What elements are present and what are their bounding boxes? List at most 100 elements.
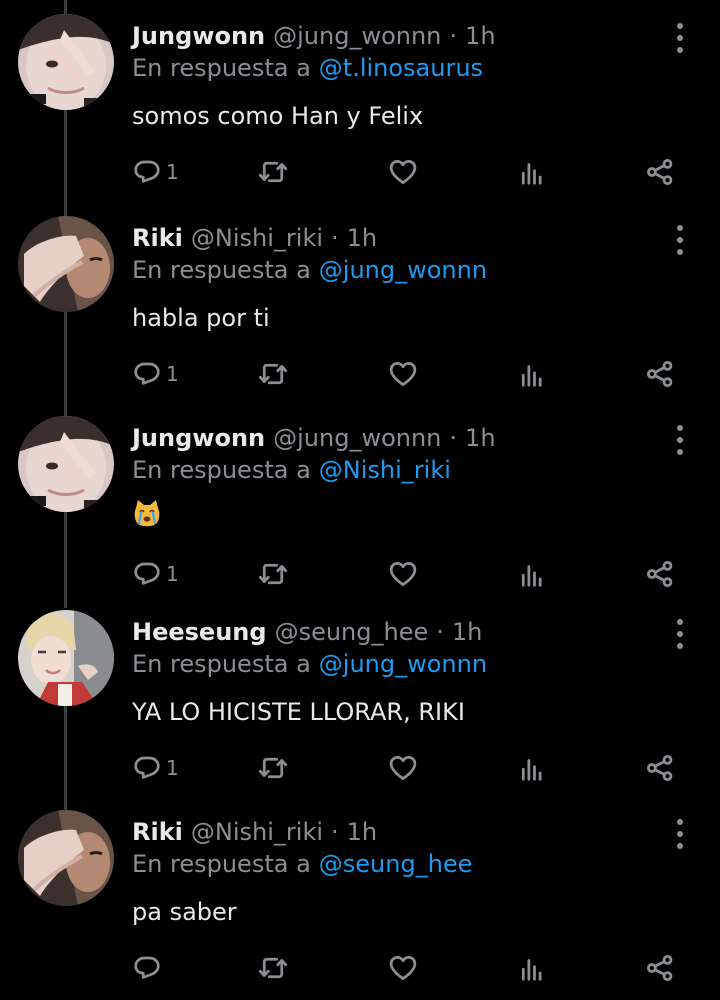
share-button[interactable]	[645, 554, 675, 594]
timestamp[interactable]: 1h	[347, 222, 377, 254]
views-button[interactable]	[517, 152, 547, 192]
views-button[interactable]	[517, 948, 547, 988]
tweet-header: Riki @Nishi_riki · 1h	[132, 816, 377, 848]
retweet-icon	[258, 753, 288, 783]
display-name[interactable]: Heeseung	[132, 616, 267, 648]
retweet-button[interactable]	[258, 554, 288, 594]
action-bar: 1	[0, 748, 720, 788]
avatar[interactable]	[18, 810, 114, 906]
share-button[interactable]	[645, 948, 675, 988]
more-options-icon[interactable]	[670, 422, 690, 458]
avatar[interactable]	[18, 416, 114, 512]
tweet[interactable]: Heeseung @seung_hee · 1h En respuesta a @…	[0, 596, 720, 796]
display-name[interactable]: Riki	[132, 222, 183, 254]
avatar-photo-icon	[18, 810, 114, 906]
views-button[interactable]	[517, 748, 547, 788]
tweet-header: Heeseung @seung_hee · 1h	[132, 616, 482, 648]
tweet-text: habla por ti	[132, 304, 270, 332]
separator-dot: ·	[449, 22, 458, 50]
reply-context: En respuesta a @jung_wonnn	[132, 254, 487, 286]
reply-mention-link[interactable]: @Nishi_riki	[319, 456, 451, 484]
tweet[interactable]: Riki @Nishi_riki · 1h En respuesta a @seu…	[0, 796, 720, 996]
like-button[interactable]	[388, 354, 418, 394]
like-button[interactable]	[388, 554, 418, 594]
separator-dot: ·	[331, 818, 339, 846]
tweet[interactable]: Riki @Nishi_riki · 1h En respuesta a @jun…	[0, 202, 720, 402]
more-options-icon[interactable]	[670, 616, 690, 652]
retweet-button[interactable]	[258, 152, 288, 192]
timestamp[interactable]: 1h	[452, 616, 482, 648]
avatar-photo-icon	[18, 14, 114, 110]
reply-mention-link[interactable]: @jung_wonnn	[319, 256, 487, 284]
bar-chart-icon	[517, 953, 547, 983]
views-button[interactable]	[517, 354, 547, 394]
retweet-button[interactable]	[258, 354, 288, 394]
display-name[interactable]: Jungwonn	[132, 422, 265, 454]
avatar-photo-icon	[18, 416, 114, 512]
action-bar	[0, 948, 720, 988]
share-icon	[645, 359, 675, 389]
reply-mention-link[interactable]: @seung_hee	[319, 850, 473, 878]
reply-mention-link[interactable]: @t.linosaurus	[319, 54, 483, 82]
timestamp[interactable]: 1h	[465, 422, 495, 454]
avatar[interactable]	[18, 216, 114, 312]
reply-mention-link[interactable]: @jung_wonnn	[319, 650, 487, 678]
retweet-icon	[258, 157, 288, 187]
reply-button[interactable]: 1	[132, 748, 179, 788]
tweet-header: Jungwonn @jung_wonnn · 1h	[132, 422, 496, 454]
conversation-thread: Jungwonn @jung_wonnn · 1h En respuesta a…	[0, 0, 720, 1000]
retweet-button[interactable]	[258, 948, 288, 988]
user-handle[interactable]: @Nishi_riki	[191, 222, 323, 254]
user-handle[interactable]: @Nishi_riki	[191, 816, 323, 848]
reply-button[interactable]	[132, 948, 166, 988]
reply-button[interactable]: 1	[132, 354, 179, 394]
user-handle[interactable]: @jung_wonnn	[273, 20, 441, 52]
avatar-photo-icon	[18, 610, 114, 706]
share-icon	[645, 953, 675, 983]
like-button[interactable]	[388, 152, 418, 192]
display-name[interactable]: Riki	[132, 816, 183, 848]
crying-cat-emoji-icon	[132, 498, 162, 528]
reply-icon	[132, 753, 162, 783]
tweet-header: Riki @Nishi_riki · 1h	[132, 222, 377, 254]
tweet-text: YA LO HICISTE LLORAR, RIKI	[132, 698, 465, 726]
avatar-photo-icon	[18, 216, 114, 312]
reply-label: En respuesta a	[132, 54, 311, 82]
share-icon	[645, 559, 675, 589]
reply-context: En respuesta a @Nishi_riki	[132, 454, 451, 486]
retweet-icon	[258, 559, 288, 589]
tweet[interactable]: Jungwonn @jung_wonnn · 1h En respuesta a…	[0, 0, 720, 200]
display-name[interactable]: Jungwonn	[132, 20, 265, 52]
user-handle[interactable]: @seung_hee	[275, 616, 429, 648]
reply-button[interactable]: 1	[132, 152, 179, 192]
user-handle[interactable]: @jung_wonnn	[273, 422, 441, 454]
retweet-button[interactable]	[258, 748, 288, 788]
views-button[interactable]	[517, 554, 547, 594]
share-button[interactable]	[645, 354, 675, 394]
timestamp[interactable]: 1h	[465, 20, 495, 52]
bar-chart-icon	[517, 157, 547, 187]
reply-label: En respuesta a	[132, 650, 311, 678]
tweet[interactable]: Jungwonn @jung_wonnn · 1h En respuesta a…	[0, 402, 720, 602]
heart-icon	[388, 953, 418, 983]
more-options-icon[interactable]	[670, 816, 690, 852]
more-options-icon[interactable]	[670, 222, 690, 258]
timestamp[interactable]: 1h	[347, 816, 377, 848]
bar-chart-icon	[517, 753, 547, 783]
share-button[interactable]	[645, 748, 675, 788]
like-button[interactable]	[388, 748, 418, 788]
heart-icon	[388, 157, 418, 187]
share-button[interactable]	[645, 152, 675, 192]
avatar[interactable]	[18, 610, 114, 706]
bar-chart-icon	[517, 559, 547, 589]
reply-icon	[132, 359, 162, 389]
reply-button[interactable]: 1	[132, 554, 179, 594]
action-bar: 1	[0, 354, 720, 394]
bar-chart-icon	[517, 359, 547, 389]
avatar[interactable]	[18, 14, 114, 110]
like-button[interactable]	[388, 948, 418, 988]
tweet-text: pa saber	[132, 898, 237, 926]
reply-context: En respuesta a @seung_hee	[132, 848, 472, 880]
heart-icon	[388, 559, 418, 589]
more-options-icon[interactable]	[670, 20, 690, 56]
